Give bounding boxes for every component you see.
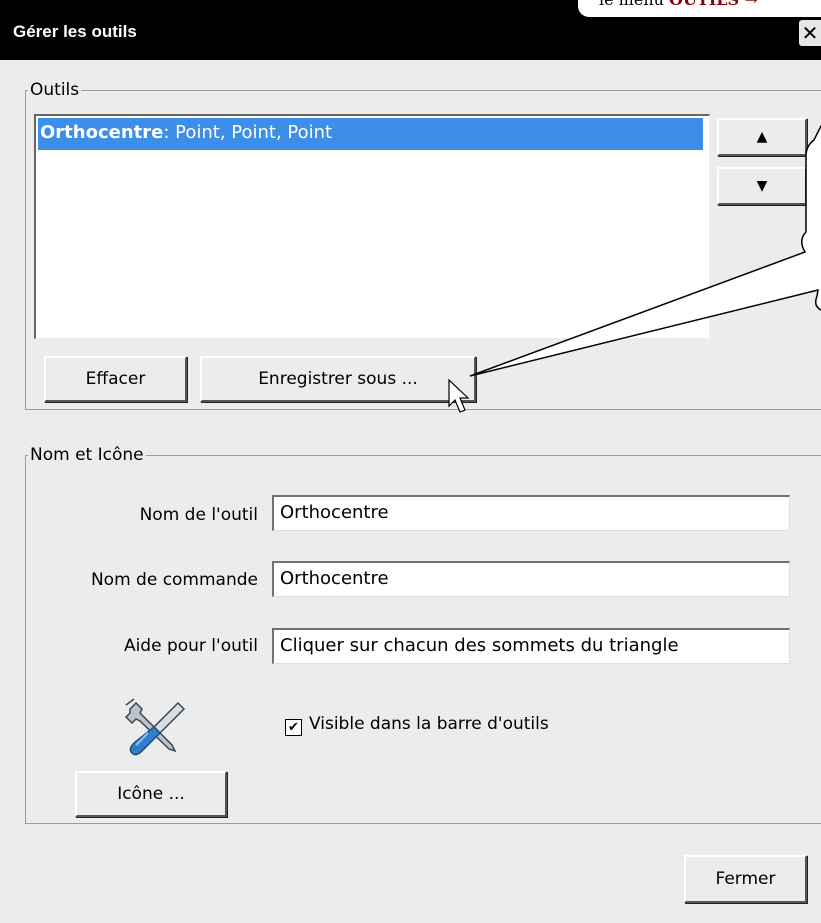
tools-list[interactable]: Orthocentre: Point, Point, Point <box>34 114 710 339</box>
tools-group-legend: Outils <box>30 80 80 100</box>
command-name-field[interactable]: Orthocentre <box>272 561 790 597</box>
wrench-screwdriver-icon <box>124 698 186 756</box>
move-up-button[interactable]: ▲ <box>717 118 807 156</box>
command-name-label: Nom de commande <box>90 570 258 590</box>
list-item[interactable]: Orthocentre: Point, Point, Point <box>38 118 703 150</box>
save-as-button[interactable]: Enregistrer sous ... <box>200 356 476 402</box>
visible-toolbar-label: Visible dans la barre d'outils <box>309 714 549 734</box>
tool-signature: : Point, Point, Point <box>163 122 333 143</box>
close-window-button[interactable]: ✕ <box>799 20 821 46</box>
tool-help-label: Aide pour l'outil <box>123 636 258 656</box>
tool-help-field[interactable]: Cliquer sur chacun des sommets du triang… <box>272 628 790 664</box>
annotation-text: le menu OUTILS → <box>599 0 758 9</box>
tool-name-label: Nom de l'outil <box>139 505 258 525</box>
tool-name-field[interactable]: Orthocentre <box>272 495 790 531</box>
icon-button[interactable]: Icône ... <box>75 771 227 817</box>
visible-toolbar-checkbox[interactable]: ✔ <box>285 719 302 736</box>
annotation-callout-top: le menu OUTILS → <box>577 0 821 18</box>
visible-toolbar-option[interactable]: ✔ Visible dans la barre d'outils <box>285 714 549 736</box>
annotation-prefix: le menu <box>599 0 669 9</box>
annotation-strong: OUTILS → <box>669 0 758 9</box>
close-button[interactable]: Fermer <box>684 855 807 903</box>
delete-button[interactable]: Effacer <box>44 356 187 402</box>
move-down-button[interactable]: ▼ <box>717 167 807 205</box>
name-icon-group-legend: Nom et Icône <box>30 445 144 465</box>
window-title: Gérer les outils <box>13 22 137 41</box>
tool-name: Orthocentre <box>40 122 164 143</box>
